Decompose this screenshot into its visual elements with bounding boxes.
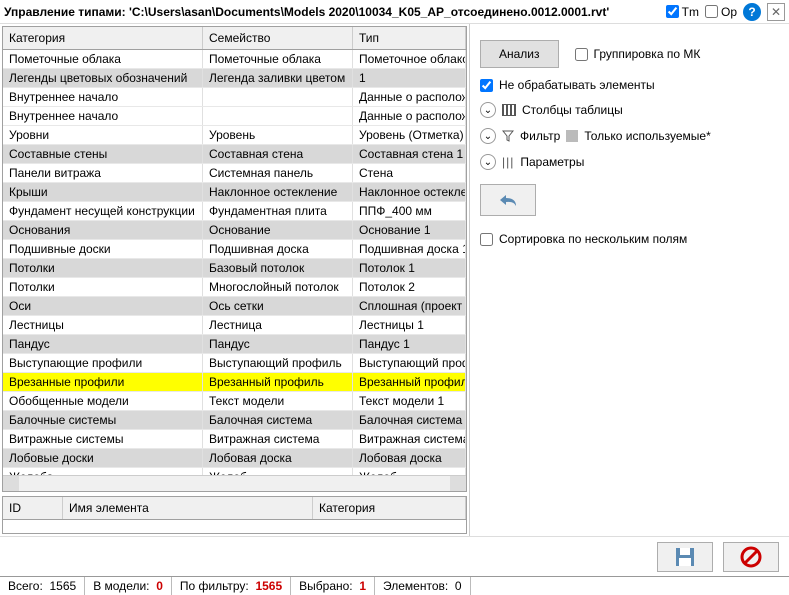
table-row[interactable]: Внутреннее началоДанные о располож bbox=[3, 88, 466, 107]
close-icon[interactable]: ✕ bbox=[767, 3, 785, 21]
help-icon[interactable]: ? bbox=[743, 3, 761, 21]
used-only-label: Только используемые* bbox=[584, 129, 710, 143]
table-row[interactable]: Фундамент несущей конструкцииФундаментна… bbox=[3, 202, 466, 221]
table-row[interactable]: Лобовые доскиЛобовая доскаЛобовая доска bbox=[3, 449, 466, 468]
col-type[interactable]: Тип bbox=[353, 27, 466, 49]
table-row[interactable]: ЛестницыЛестницаЛестницы 1 bbox=[3, 316, 466, 335]
col-element-name[interactable]: Имя элемента bbox=[63, 497, 313, 519]
col-id[interactable]: ID bbox=[3, 497, 63, 519]
tm-checkbox[interactable]: Tm bbox=[666, 5, 699, 19]
table-row[interactable]: ОсиОсь сеткиСплошная (проект bbox=[3, 297, 466, 316]
left-pane: Категория Семейство Тип Пометочные облак… bbox=[0, 24, 470, 536]
group-mk-label: Группировка по МК bbox=[594, 47, 701, 61]
footer bbox=[0, 536, 789, 576]
col-family[interactable]: Семейство bbox=[203, 27, 353, 49]
status-filter: По фильтру: 1565 bbox=[172, 577, 291, 595]
table-row[interactable]: Обобщенные моделиТекст моделиТекст модел… bbox=[3, 392, 466, 411]
skip-elements-label: Не обрабатывать элементы bbox=[499, 78, 655, 92]
save-icon bbox=[674, 546, 696, 568]
titlebar: Управление типами: 'C:\Users\asan\Docume… bbox=[0, 0, 789, 24]
group-mk-checkbox[interactable] bbox=[575, 48, 588, 61]
status-total: Всего: 1565 bbox=[0, 577, 85, 595]
skip-elements-checkbox[interactable] bbox=[480, 79, 493, 92]
table-row[interactable]: Легенды цветовых обозначенийЛегенда зали… bbox=[3, 69, 466, 88]
elements-grid: ID Имя элемента Категория bbox=[2, 496, 467, 534]
table-row[interactable]: УровниУровеньУровень (Отметка) bbox=[3, 126, 466, 145]
right-panel: Анализ Группировка по МК Не обрабатывать… bbox=[470, 24, 789, 536]
cancel-icon bbox=[740, 546, 762, 568]
analysis-button[interactable]: Анализ bbox=[480, 40, 559, 68]
table-row[interactable]: Выступающие профилиВыступающий профильВы… bbox=[3, 354, 466, 373]
undo-button[interactable] bbox=[480, 184, 536, 216]
table-row[interactable]: ПотолкиБазовый потолокПотолок 1 bbox=[3, 259, 466, 278]
used-only-checkbox[interactable] bbox=[566, 130, 578, 142]
table-row[interactable]: Составные стеныСоставная стенаСоставная … bbox=[3, 145, 466, 164]
table-row[interactable]: Врезанные профилиВрезанный профильВрезан… bbox=[3, 373, 466, 392]
horizontal-scrollbar[interactable] bbox=[3, 475, 466, 491]
window-title: Управление типами: 'C:\Users\asan\Docume… bbox=[4, 5, 660, 19]
table-row[interactable]: Подшивные доскиПодшивная доскаПодшивная … bbox=[3, 240, 466, 259]
chevron-down-icon[interactable]: ⌄ bbox=[480, 128, 496, 144]
chevron-down-icon[interactable]: ⌄ bbox=[480, 154, 496, 170]
table-row[interactable]: ПотолкиМногослойный потолокПотолок 2 bbox=[3, 278, 466, 297]
statusbar: Всего: 1565 В модели: 0 По фильтру: 1565… bbox=[0, 576, 789, 594]
columns-label: Столбцы таблицы bbox=[522, 103, 623, 117]
table-row[interactable]: ОснованияОснованиеОснование 1 bbox=[3, 221, 466, 240]
types-grid: Категория Семейство Тип Пометочные облак… bbox=[2, 26, 467, 492]
table-row[interactable]: Витражные системыВитражная системаВитраж… bbox=[3, 430, 466, 449]
op-checkbox[interactable]: Op bbox=[705, 5, 737, 19]
sort-multi-checkbox[interactable] bbox=[480, 233, 493, 246]
status-elements: Элементов: 0 bbox=[375, 577, 471, 595]
funnel-icon bbox=[502, 130, 514, 142]
col-category2[interactable]: Категория bbox=[313, 497, 466, 519]
params-label: Параметры bbox=[520, 155, 584, 169]
table-row[interactable]: ЖелобаЖелобЖелоб bbox=[3, 468, 466, 475]
filter-label: Фильтр bbox=[520, 129, 560, 143]
main: Категория Семейство Тип Пометочные облак… bbox=[0, 24, 789, 536]
table-row[interactable]: Внутреннее началоДанные о располож bbox=[3, 107, 466, 126]
chevron-down-icon[interactable]: ⌄ bbox=[480, 102, 496, 118]
sort-multi-label: Сортировка по нескольким полям bbox=[499, 232, 687, 246]
save-button[interactable] bbox=[657, 542, 713, 572]
cancel-button[interactable] bbox=[723, 542, 779, 572]
status-model: В модели: 0 bbox=[85, 577, 172, 595]
table-row[interactable]: Пометочные облакаПометочные облакаПомето… bbox=[3, 50, 466, 69]
columns-icon bbox=[502, 104, 516, 116]
undo-icon bbox=[494, 190, 522, 210]
grid-header: Категория Семейство Тип bbox=[3, 27, 466, 50]
table-row[interactable]: Панели витражаСистемная панельСтена bbox=[3, 164, 466, 183]
sliders-icon: ||| bbox=[502, 155, 514, 169]
status-selected: Выбрано: 1 bbox=[291, 577, 375, 595]
col-category[interactable]: Категория bbox=[3, 27, 203, 49]
table-row[interactable]: ПандусПандусПандус 1 bbox=[3, 335, 466, 354]
table-row[interactable]: КрышиНаклонное остеклениеНаклонное остек… bbox=[3, 183, 466, 202]
table-row[interactable]: Балочные системыБалочная системаБалочная… bbox=[3, 411, 466, 430]
grid-body[interactable]: Пометочные облакаПометочные облакаПомето… bbox=[3, 50, 466, 475]
